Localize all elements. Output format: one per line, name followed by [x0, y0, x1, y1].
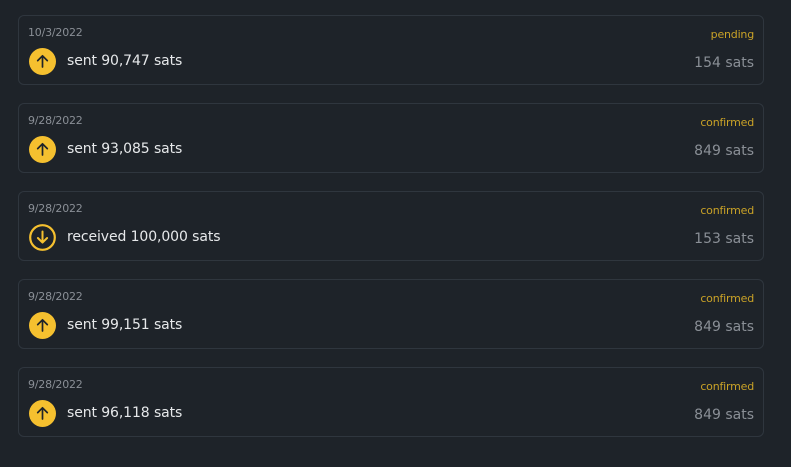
transaction-date: 9/28/2022: [28, 290, 83, 303]
transaction-date: 9/28/2022: [28, 378, 83, 391]
transaction-status: pending: [710, 28, 755, 41]
transaction-card[interactable]: 9/28/2022 confirmed sent 93,085 sats 849…: [18, 103, 764, 173]
transaction-date: 9/28/2022: [28, 202, 83, 215]
arrow-up-icon: [29, 312, 56, 339]
transaction-description: received 100,000 sats: [67, 229, 221, 245]
transaction-description: sent 96,118 sats: [67, 405, 183, 421]
transaction-fee: 849 sats: [694, 319, 754, 335]
transaction-card[interactable]: 9/28/2022 confirmed sent 96,118 sats 849…: [18, 367, 764, 437]
transaction-status: confirmed: [700, 204, 754, 217]
transaction-status: confirmed: [700, 116, 754, 129]
transaction-description: sent 90,747 sats: [67, 53, 183, 69]
transaction-description: sent 99,151 sats: [67, 317, 183, 333]
arrow-up-icon: [29, 136, 56, 163]
transaction-fee: 154 sats: [694, 55, 754, 71]
transaction-fee: 849 sats: [694, 407, 754, 423]
arrow-up-icon: [29, 48, 56, 75]
transaction-list: 10/3/2022 pending sent 90,747 sats 154 s…: [0, 0, 791, 467]
transaction-card[interactable]: 10/3/2022 pending sent 90,747 sats 154 s…: [18, 15, 764, 85]
transaction-fee: 849 sats: [694, 143, 754, 159]
transaction-date: 9/28/2022: [28, 114, 83, 127]
transaction-status: confirmed: [700, 380, 754, 393]
arrow-up-icon: [29, 400, 56, 427]
transaction-date: 10/3/2022: [28, 26, 83, 39]
transaction-description: sent 93,085 sats: [67, 141, 183, 157]
transaction-card[interactable]: 9/28/2022 confirmed received 100,000 sat…: [18, 191, 764, 261]
arrow-down-icon: [29, 224, 56, 251]
transaction-fee: 153 sats: [694, 231, 754, 247]
transaction-card[interactable]: 9/28/2022 confirmed sent 99,151 sats 849…: [18, 279, 764, 349]
transaction-status: confirmed: [700, 292, 754, 305]
